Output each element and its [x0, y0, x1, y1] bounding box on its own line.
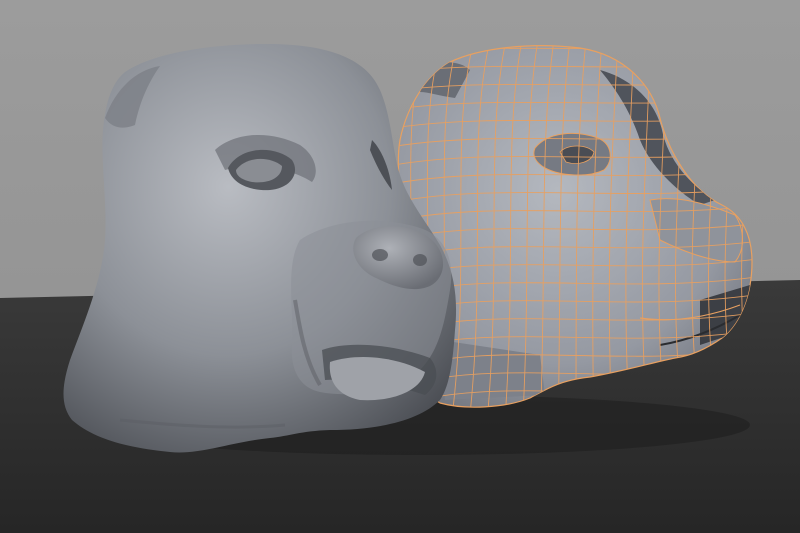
- render-scene[interactable]: [0, 0, 800, 533]
- 3d-viewport[interactable]: [0, 0, 800, 533]
